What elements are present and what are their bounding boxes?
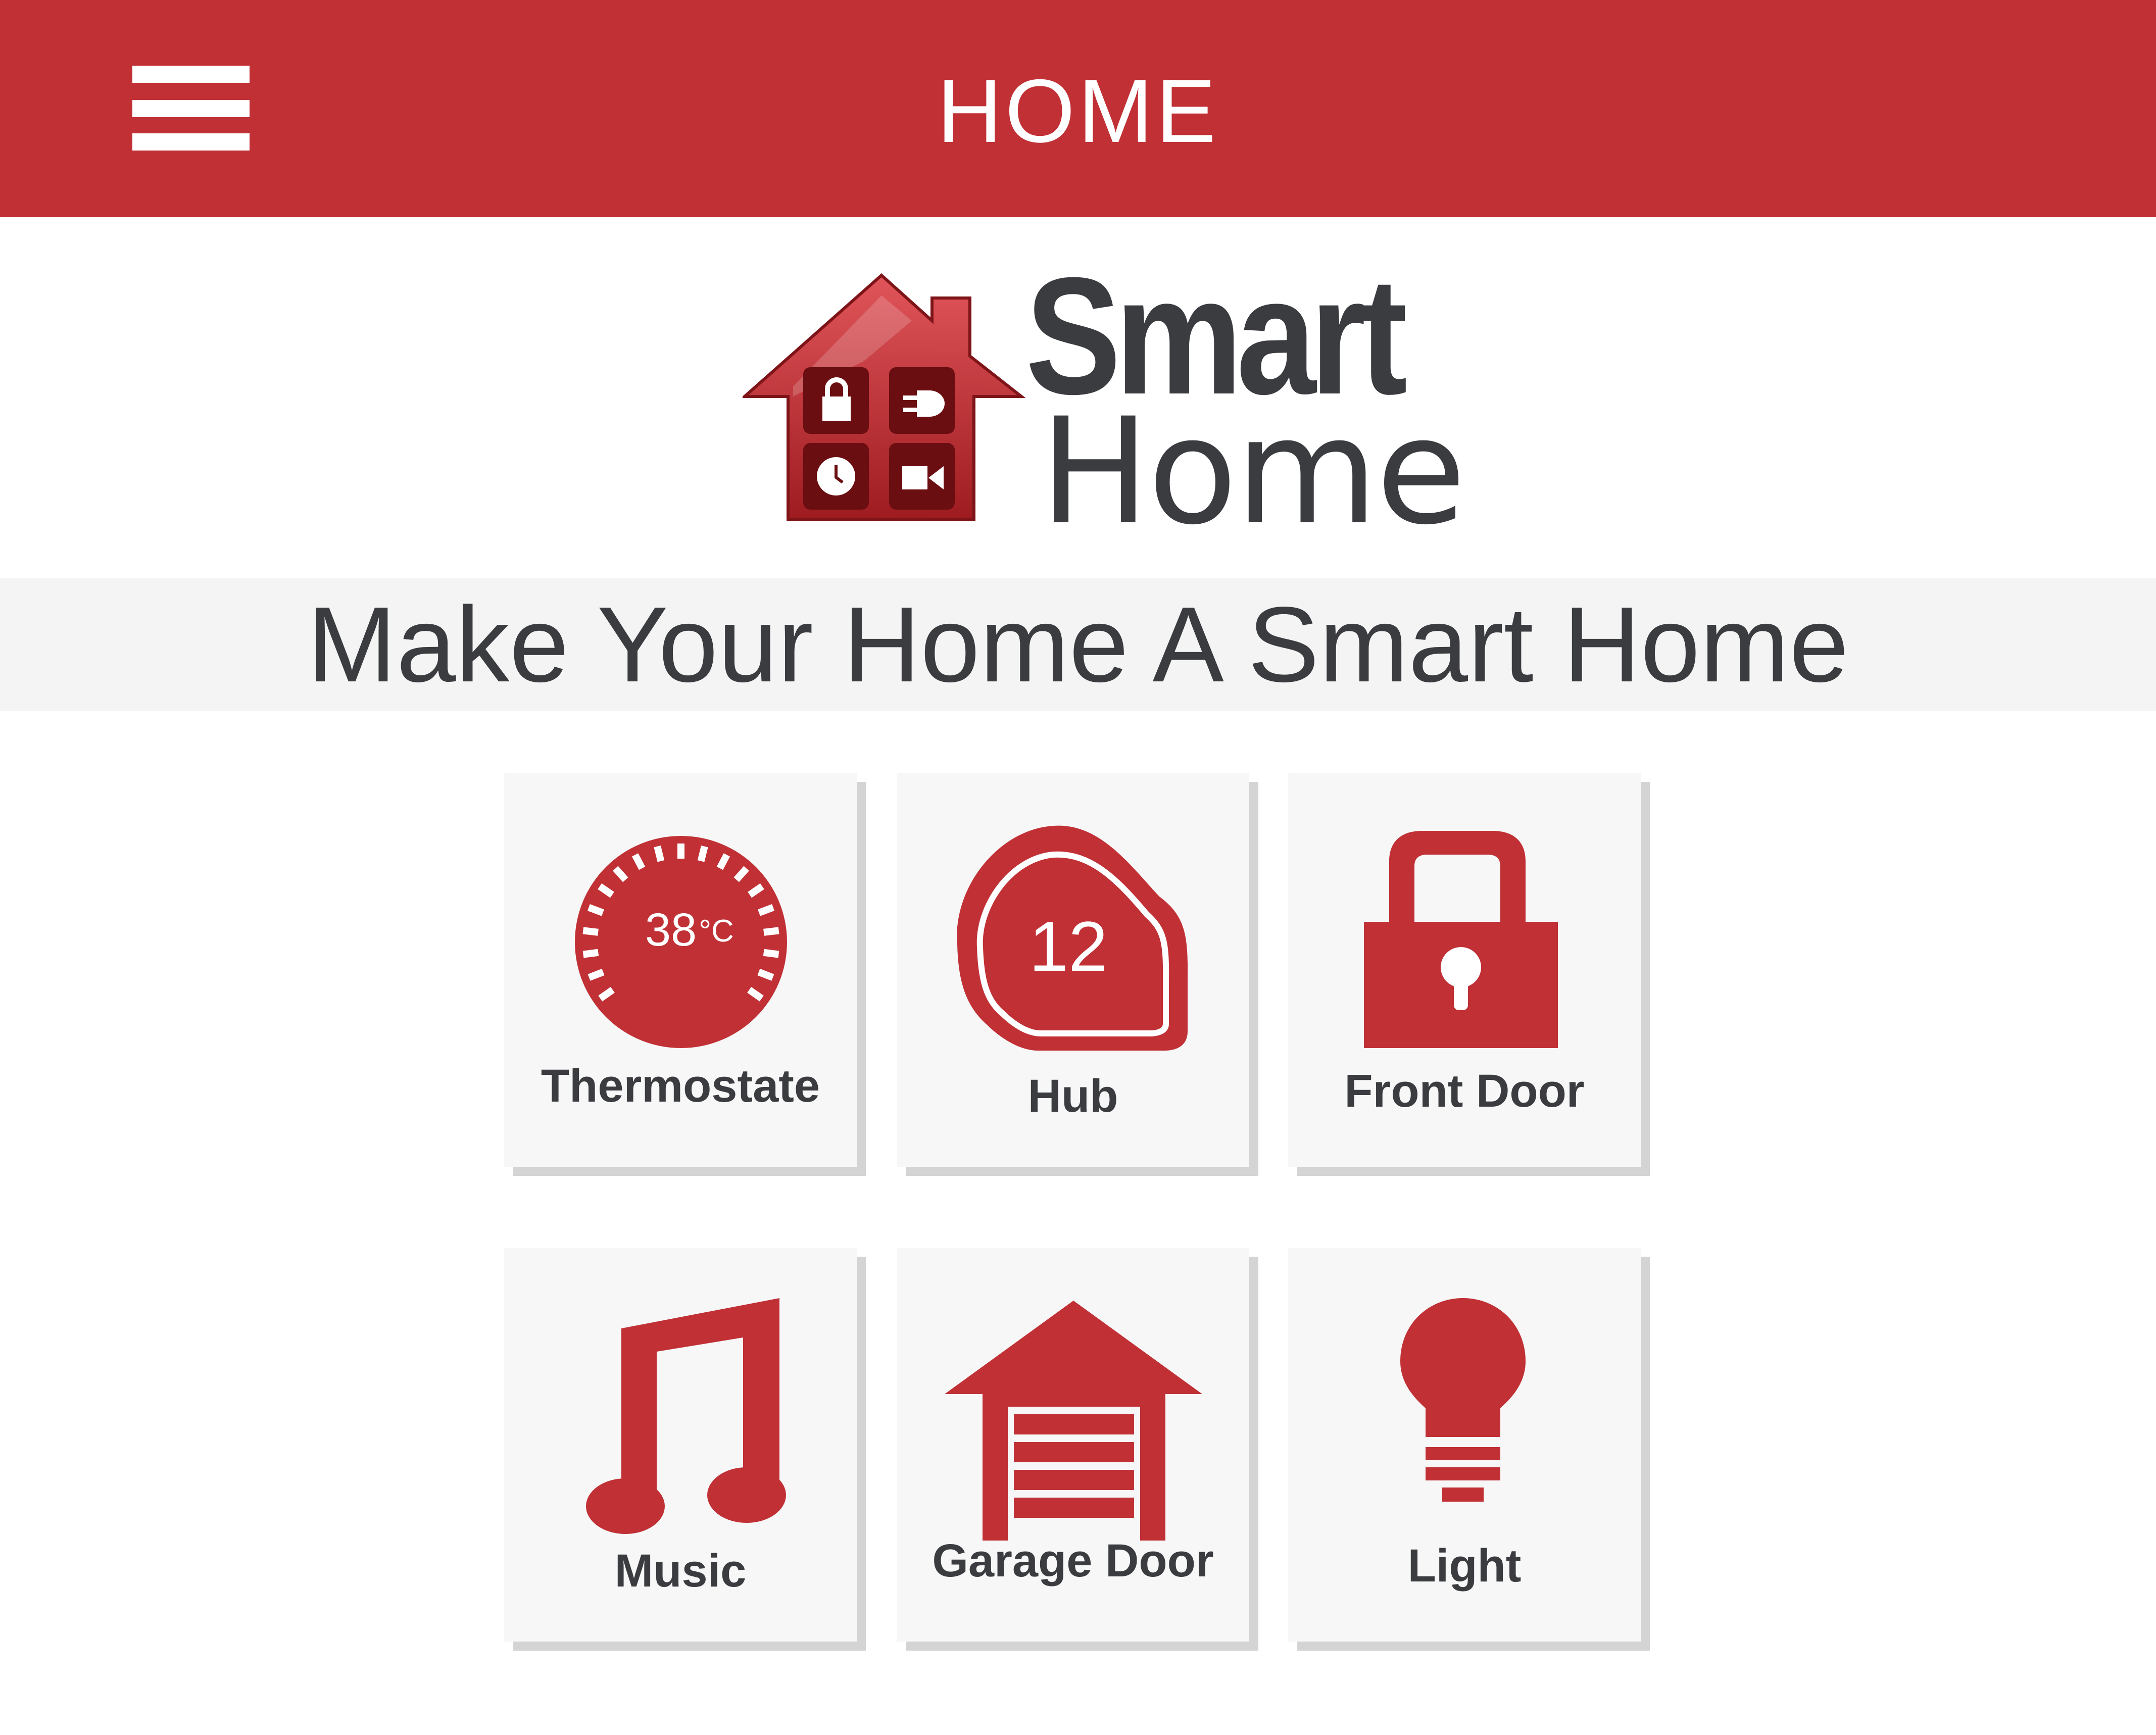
tile-label: Hub xyxy=(1027,1070,1118,1122)
music-note-icon xyxy=(586,1298,786,1534)
thermostat-icon: 38 °C xyxy=(575,836,787,1048)
tile-light[interactable]: Light xyxy=(1288,1248,1641,1642)
smart-home-logo-icon xyxy=(743,273,1025,521)
logo-word-home: Home xyxy=(1040,387,1466,557)
svg-text:12: 12 xyxy=(1029,907,1108,986)
thermostat-tick xyxy=(758,904,775,916)
thermostat-tick xyxy=(582,927,599,936)
tile-label: Light xyxy=(1407,1540,1522,1592)
tagline: Make Your Home A Smart Home xyxy=(307,584,1849,704)
hub-icon: 12 xyxy=(957,825,1188,1051)
padlock-icon xyxy=(1364,831,1558,1048)
svg-text:38: 38 xyxy=(645,904,697,956)
tile-label: Garage Door xyxy=(932,1535,1214,1587)
tile-music[interactable]: Music xyxy=(504,1248,857,1642)
tile-label: Front Door xyxy=(1344,1065,1585,1117)
top-app-bar: HOME xyxy=(0,0,2156,217)
thermostat-tick xyxy=(763,949,779,958)
tile-label: Music xyxy=(614,1545,747,1597)
tile-hub[interactable]: 12 Hub xyxy=(897,773,1249,1167)
light-bulb-icon xyxy=(1400,1298,1526,1502)
page-title: HOME xyxy=(937,61,1219,161)
thermostat-tick xyxy=(697,846,708,862)
tile-garage-door[interactable]: Garage Door xyxy=(897,1248,1249,1642)
tile-front-door[interactable]: Front Door xyxy=(1288,773,1641,1167)
thermostat-tick xyxy=(763,927,779,936)
garage-icon xyxy=(945,1301,1202,1541)
thermostat-tick xyxy=(582,949,599,958)
thermostat-tick xyxy=(587,904,604,916)
tile-thermostat[interactable]: 38 °C Thermostate xyxy=(504,773,857,1167)
thermostat-tick xyxy=(654,846,665,862)
svg-text:°C: °C xyxy=(699,914,734,949)
clock-icon xyxy=(817,457,855,495)
tile-label: Thermostate xyxy=(541,1060,820,1112)
